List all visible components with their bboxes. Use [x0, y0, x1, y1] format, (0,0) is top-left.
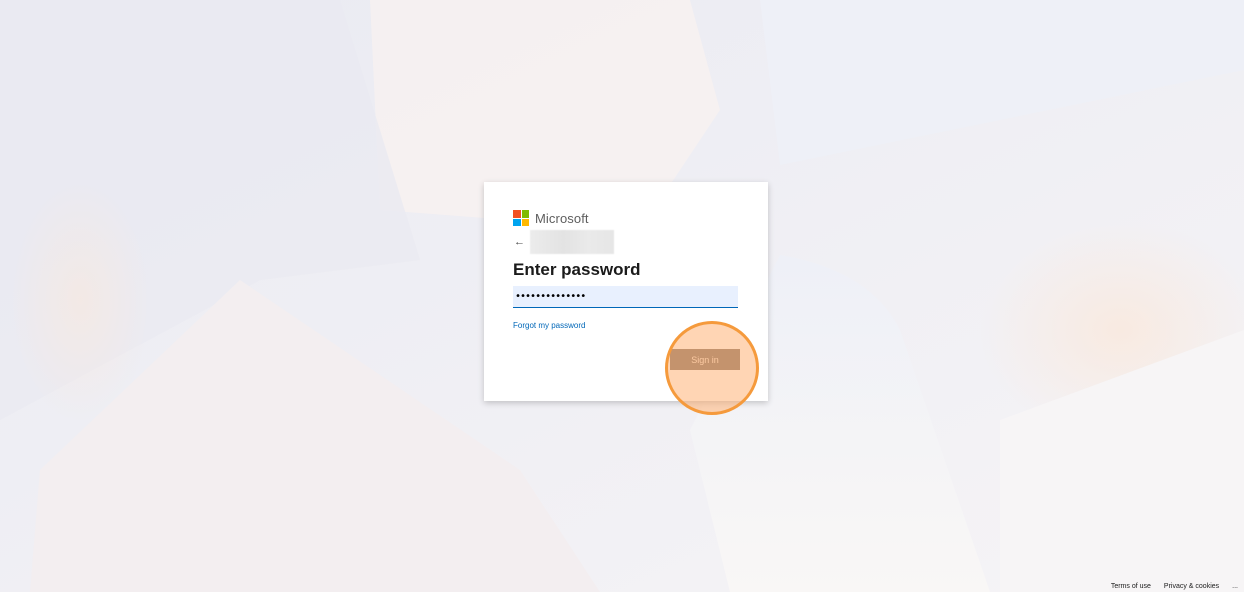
footer: Terms of use Privacy & cookies ... [1098, 583, 1238, 590]
sign-in-page: Microsoft ← Enter password Forgot my pas… [0, 0, 1244, 592]
identity-row: ← [514, 230, 614, 254]
more-options-icon[interactable]: ... [1232, 583, 1238, 590]
microsoft-wordmark: Microsoft [535, 210, 589, 226]
account-identity-redacted [530, 230, 614, 254]
microsoft-logo-icon [513, 210, 529, 226]
logo-green-square [521, 210, 529, 218]
page-title: Enter password [513, 260, 641, 279]
sign-in-card: Microsoft ← Enter password Forgot my pas… [484, 182, 768, 401]
forgot-password-link[interactable]: Forgot my password [513, 321, 585, 330]
logo-red-square [513, 210, 521, 218]
terms-of-use-link[interactable]: Terms of use [1111, 583, 1151, 590]
privacy-cookies-link[interactable]: Privacy & cookies [1164, 583, 1219, 590]
logo-yellow-square [521, 218, 529, 226]
password-field[interactable] [513, 286, 738, 308]
microsoft-logo: Microsoft [513, 210, 589, 226]
left-arrow-icon[interactable]: ← [514, 236, 528, 248]
logo-blue-square [513, 218, 521, 226]
sign-in-button[interactable]: Sign in [670, 349, 740, 370]
